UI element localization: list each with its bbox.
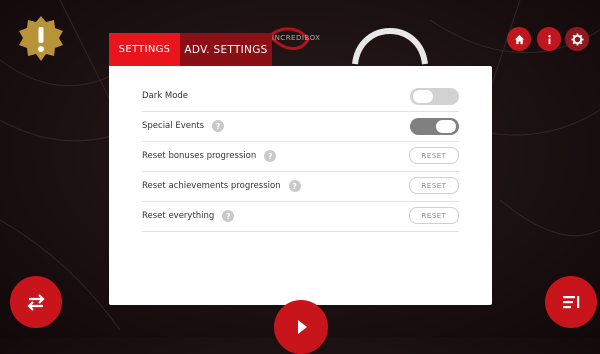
swap-button[interactable] [10,276,62,328]
setting-row-reset-achievements: Reset achievements progression ? RESET [142,171,459,202]
help-icon[interactable]: ? [264,150,277,162]
toggle-knob [413,90,433,103]
toggle-knob [436,120,456,133]
help-icon[interactable]: ? [222,210,235,222]
app-logo-text: INCREDIBOX [272,34,321,42]
list-button[interactable] [545,276,597,328]
settings-button[interactable] [565,27,589,51]
setting-label: Special Events [142,121,205,131]
setting-row-reset-bonuses: Reset bonuses progression ? RESET [142,141,459,172]
special-events-toggle[interactable] [410,118,459,135]
setting-row-special-events: Special Events ? [142,111,459,142]
warning-badge[interactable] [16,14,66,64]
setting-label: Reset achievements progression [142,181,281,191]
help-icon[interactable]: ? [288,180,301,192]
reset-bonuses-button[interactable]: RESET [409,147,459,164]
home-button[interactable] [507,27,531,51]
setting-row-dark-mode: Dark Mode [142,81,459,112]
gear-icon [570,32,584,46]
warning-badge-icon [19,16,63,61]
list-icon [563,296,580,309]
tab-settings[interactable]: SETTINGS [109,33,180,66]
play-button[interactable] [274,300,328,354]
dark-mode-toggle[interactable] [410,88,459,105]
tab-adv-settings[interactable]: ADV. SETTINGS [180,33,272,66]
play-icon [298,320,307,334]
setting-label: Dark Mode [142,91,189,101]
setting-label: Reset bonuses progression [142,151,257,161]
info-button[interactable] [537,27,561,51]
swap-arrows-icon [27,294,45,311]
reset-achievements-button[interactable]: RESET [409,177,459,194]
settings-panel: Dark Mode Special Events ? Reset bonuses… [109,66,492,305]
home-icon [514,34,524,44]
reset-everything-button[interactable]: RESET [409,207,459,224]
setting-row-reset-everything: Reset everything ? RESET [142,201,459,232]
setting-label: Reset everything [142,211,215,221]
help-icon[interactable]: ? [212,120,225,132]
info-icon [547,34,551,44]
